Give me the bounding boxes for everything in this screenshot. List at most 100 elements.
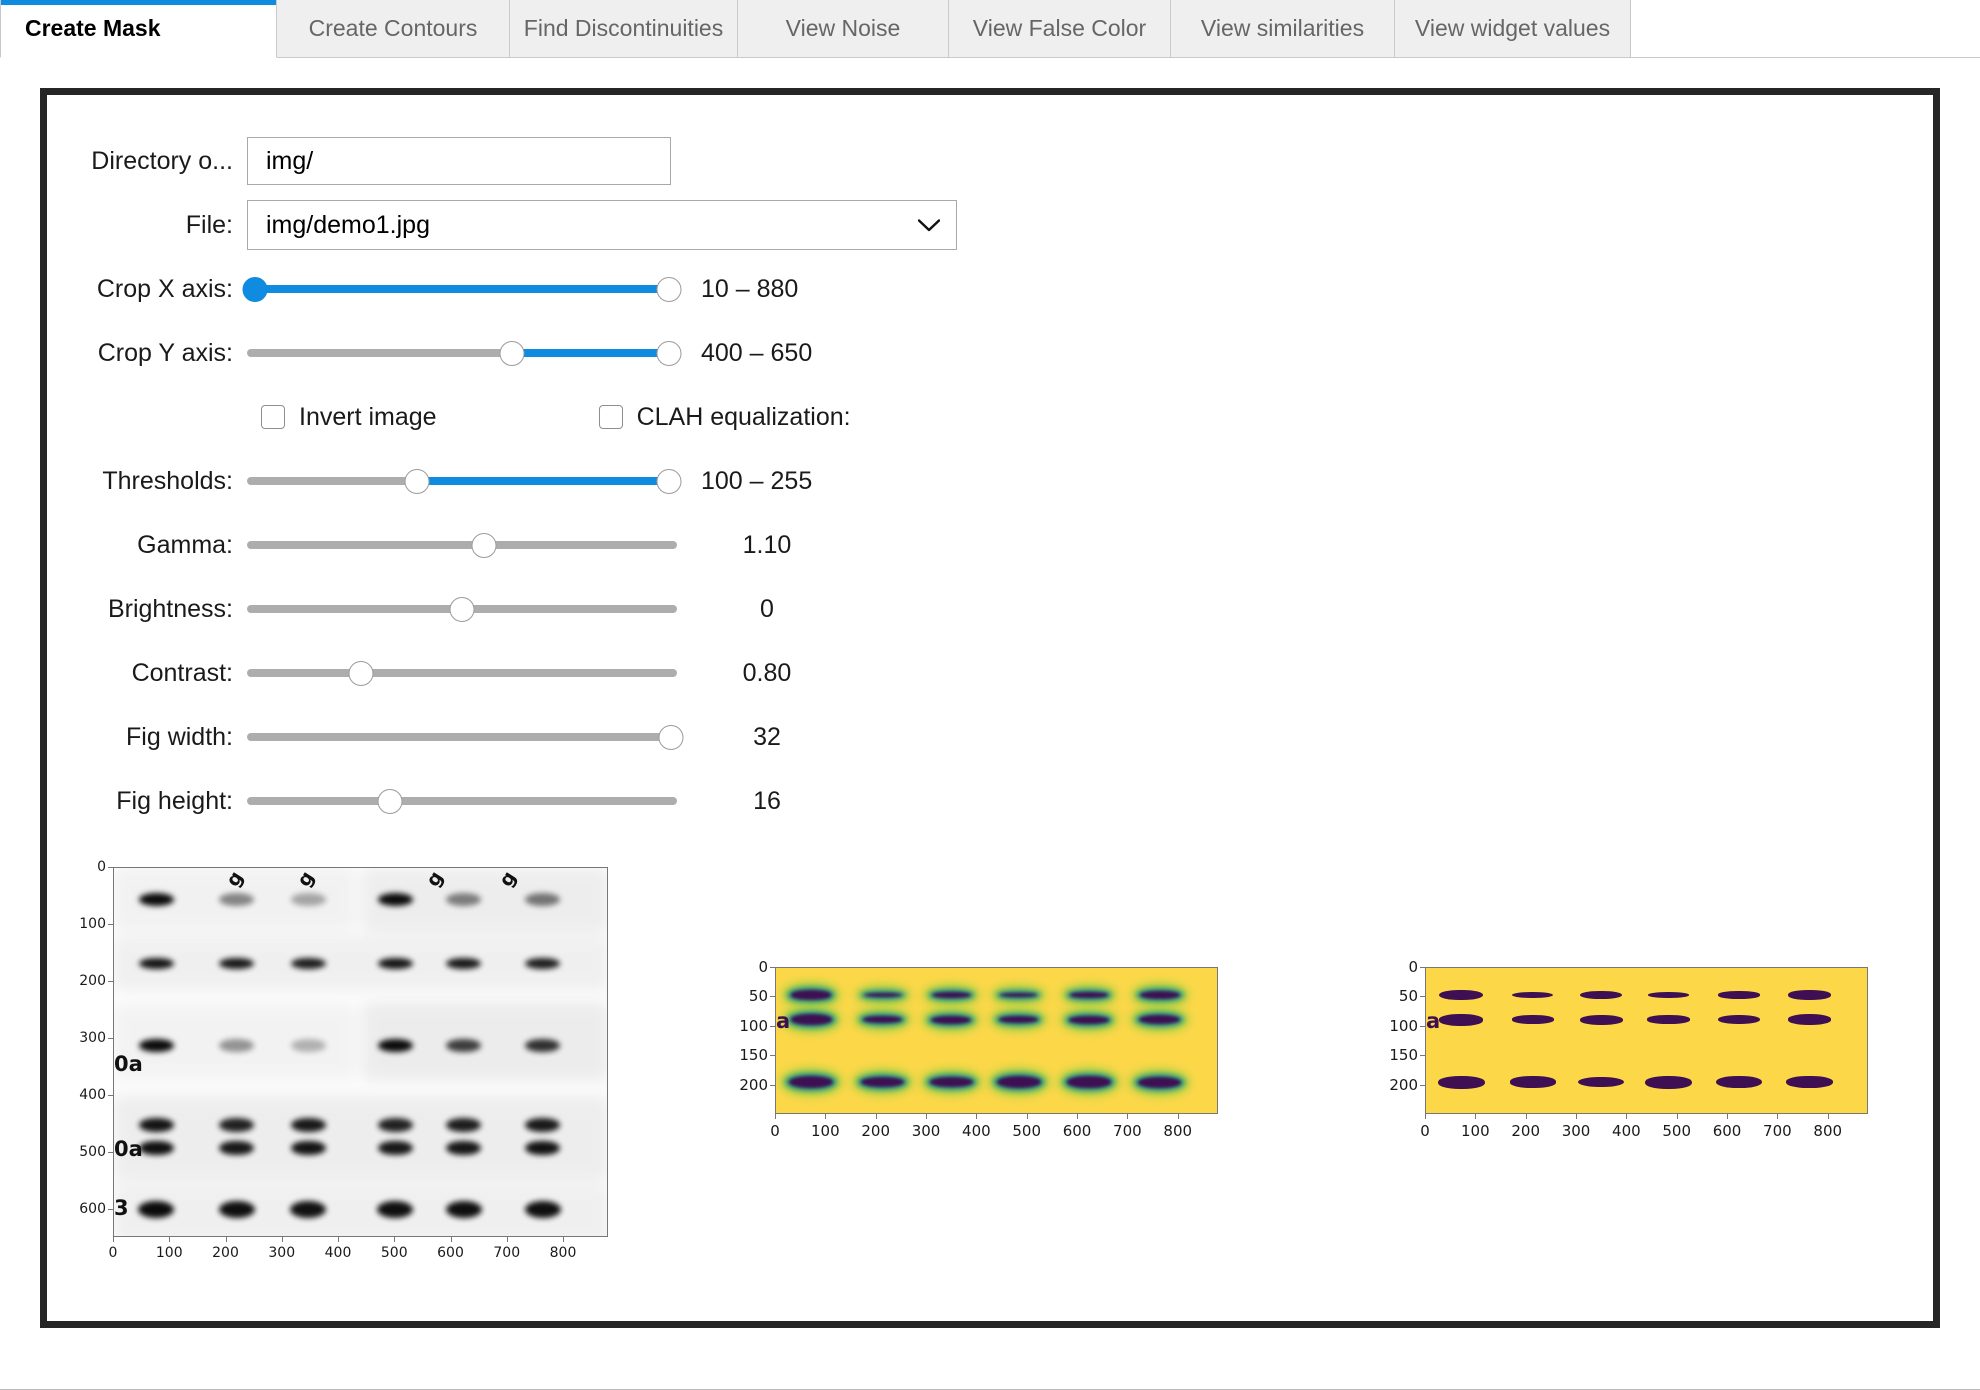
crop-y-slider[interactable]: [247, 333, 682, 373]
x-tick-mark: [926, 1114, 928, 1119]
false-color-band-core: [1067, 1076, 1111, 1088]
fig-width-handle[interactable]: [658, 725, 684, 750]
blot-band: [290, 1038, 326, 1053]
false-color-band-core: [1069, 1015, 1109, 1024]
x-tick-mark: [225, 1237, 227, 1242]
thresholds-slider[interactable]: [247, 461, 682, 501]
crop-x-label: Crop X axis:: [96, 274, 233, 303]
thresholds-low-handle[interactable]: [404, 469, 430, 494]
crop-y-label: Crop Y axis:: [97, 338, 233, 367]
x-tick-label: 600: [437, 1245, 464, 1261]
crop-x-high-handle[interactable]: [656, 277, 682, 302]
y-tick-label: 400: [79, 1086, 106, 1103]
x-tick-label: 100: [1461, 1122, 1490, 1140]
clipped-axis-label-fragment: 0a: [114, 1052, 143, 1077]
gamma-handle[interactable]: [471, 533, 497, 558]
x-tick-mark: [1177, 1114, 1179, 1119]
mask-band: [1718, 991, 1761, 999]
blot-band: [290, 893, 326, 906]
slider-fill: [417, 477, 669, 485]
y-tick-mark: [1420, 996, 1425, 998]
clahe-checkbox[interactable]: CLAH equalization:: [598, 403, 851, 432]
x-tick-label: 700: [493, 1245, 521, 1261]
file-row: File: img/demo1.jpg: [47, 193, 1933, 257]
file-label: File:: [185, 210, 233, 239]
crop-x-slider[interactable]: [242, 269, 682, 309]
file-select-value: img/demo1.jpg: [266, 210, 430, 239]
mask-band: [1439, 989, 1484, 1001]
fig-width-value: 32: [753, 722, 781, 751]
brightness-handle[interactable]: [449, 597, 475, 622]
x-tick-label: 200: [1511, 1122, 1540, 1140]
x-tick-mark: [775, 1114, 776, 1119]
invert-image-checkbox[interactable]: Invert image: [261, 403, 437, 432]
thresholds-high-handle[interactable]: [656, 469, 682, 494]
y-tick-mark: [770, 1084, 775, 1086]
x-tick-mark: [1425, 1114, 1426, 1119]
crop-x-value: 10 – 880: [701, 274, 799, 303]
contrast-row: Contrast: 0.80: [47, 641, 1933, 705]
tab-find-discontinuities[interactable]: Find Discontinuities: [510, 0, 738, 58]
blot-band: [524, 1201, 561, 1219]
directory-input[interactable]: img/: [247, 137, 671, 185]
tab-label: View Noise: [785, 15, 901, 41]
false-color-band-core: [789, 1075, 834, 1089]
blot-band: [138, 1140, 174, 1156]
crop-x-low-handle[interactable]: [242, 277, 268, 302]
figure-false-color[interactable]: 0 50 100 150 200 0 100 200 300 400 500 600 700 800 a: [727, 958, 1247, 1199]
fig-height-slider[interactable]: [247, 781, 677, 821]
tab-label: View False Color: [972, 15, 1147, 41]
mask-band: [1717, 1015, 1761, 1025]
invert-image-label: Invert image: [299, 402, 437, 431]
contrast-handle[interactable]: [348, 661, 374, 686]
tab-view-noise[interactable]: View Noise: [738, 0, 949, 58]
figure-binary-mask[interactable]: 0 50 100 150 200 0 100 200 300 400 500 600 700 800 a: [1377, 958, 1897, 1199]
blot-band: [138, 893, 174, 906]
fig-width-slider[interactable]: [247, 717, 684, 757]
fig-width-label: Fig width:: [126, 722, 233, 751]
y-tick-label: 100: [79, 915, 106, 932]
y-tick-label: 100: [739, 1016, 768, 1035]
false-color-band-core: [996, 1075, 1041, 1089]
x-tick-label: 0: [770, 1122, 780, 1140]
file-select[interactable]: img/demo1.jpg: [247, 200, 957, 250]
x-tick-label: 100: [811, 1122, 840, 1140]
x-tick-label: 600: [1062, 1122, 1092, 1140]
false-color-band-core: [999, 1016, 1039, 1024]
crop-y-low-handle[interactable]: [499, 341, 525, 366]
tab-create-mask[interactable]: Create Mask: [0, 0, 277, 58]
x-tick-label: 700: [1113, 1122, 1142, 1140]
tab-label: Find Discontinuities: [523, 15, 724, 41]
contrast-slider[interactable]: [247, 653, 677, 693]
gamma-slider[interactable]: [247, 525, 677, 565]
thresholds-row: Thresholds: 100 – 255: [47, 449, 1933, 513]
x-tick-label: 600: [1712, 1122, 1742, 1140]
tab-create-contours[interactable]: Create Contours: [277, 0, 510, 58]
crop-y-high-handle[interactable]: [656, 341, 682, 366]
checkbox-row: Invert image CLAH equalization:: [47, 385, 1933, 449]
tab-bar: Create Mask Create Contours Find Discont…: [0, 0, 1980, 58]
fig-height-handle[interactable]: [377, 789, 403, 814]
blot-band: [377, 1140, 413, 1156]
y-tick-label: 200: [79, 972, 106, 989]
mask-band: [1579, 1014, 1623, 1025]
y-tick-mark: [770, 1055, 775, 1057]
figure-source-blot[interactable]: 0 100 200 300 400 500 600 0 100 200 300 400 500 600 70…: [73, 859, 633, 1279]
tab-view-false-color[interactable]: View False Color: [949, 0, 1171, 58]
y-tick-mark: [108, 1037, 113, 1039]
y-tick-mark: [108, 1151, 113, 1153]
x-tick-label: 400: [962, 1122, 991, 1140]
tab-view-widget-values[interactable]: View widget values: [1395, 0, 1631, 58]
x-tick-label: 800: [1163, 1122, 1193, 1140]
tab-bar-filler: [1631, 0, 1980, 58]
x-tick-label: 800: [549, 1245, 577, 1261]
tab-view-similarities[interactable]: View similarities: [1171, 0, 1395, 58]
gamma-row: Gamma: 1.10: [47, 513, 1933, 577]
thresholds-label: Thresholds:: [102, 466, 233, 495]
y-tick-mark: [1420, 1025, 1425, 1027]
false-color-band-core: [999, 993, 1038, 997]
blot-band: [138, 1118, 174, 1133]
x-tick-mark: [506, 1237, 508, 1242]
checkbox-box: [598, 405, 623, 429]
brightness-slider[interactable]: [247, 589, 677, 629]
